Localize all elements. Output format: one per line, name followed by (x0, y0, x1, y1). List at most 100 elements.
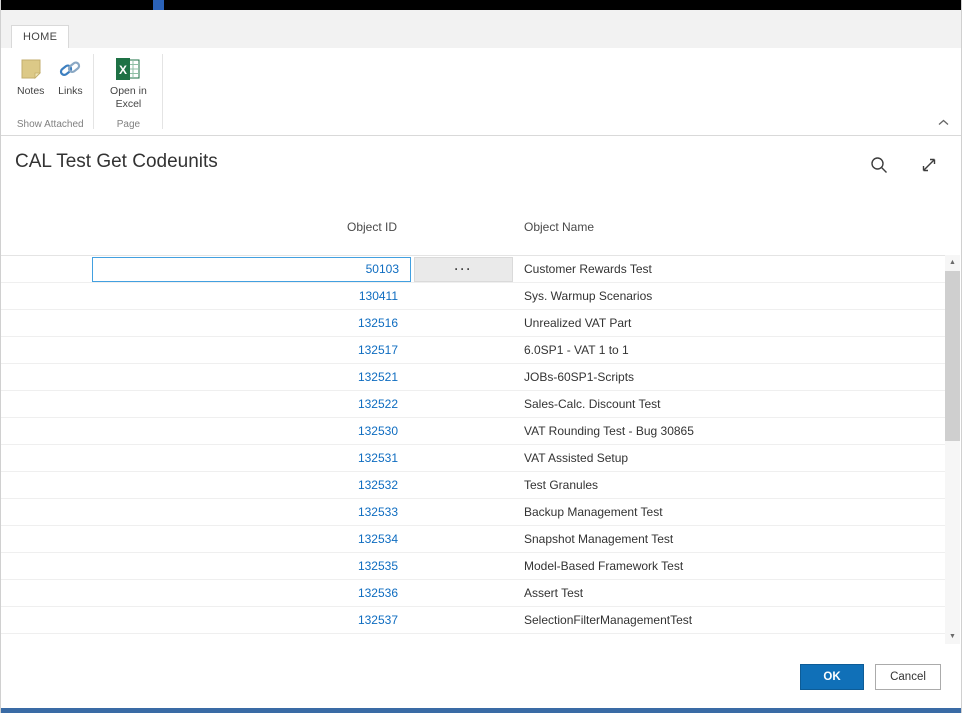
object-name-cell: Sales-Calc. Discount Test (514, 397, 661, 411)
object-id-cell: 132535 (1, 553, 411, 579)
object-id-box: 130411 (359, 289, 411, 303)
object-id-box: 132534 (358, 532, 411, 546)
assist-edit-button[interactable]: ··· (414, 257, 513, 282)
notes-button[interactable]: Notes (15, 54, 46, 100)
ok-button[interactable]: OK (800, 664, 864, 690)
object-id-link[interactable]: 132536 (358, 586, 398, 600)
object-id-link[interactable]: 132517 (358, 343, 398, 357)
object-id-cell: 132533 (1, 499, 411, 525)
object-id-box: 132531 (358, 451, 411, 465)
object-id-cell: 132517 (1, 337, 411, 363)
assist-cell: ··· (411, 499, 514, 525)
object-id-box: 132530 (358, 424, 411, 438)
column-header-object-name[interactable]: Object Name (524, 220, 594, 234)
open-in-excel-button-label: Open in Excel (104, 85, 152, 111)
object-name-cell: Customer Rewards Test (514, 262, 652, 276)
object-id-link[interactable]: 132516 (358, 316, 398, 330)
object-id-cell: 132531 (1, 445, 411, 471)
table-row[interactable]: 132530 ··· VAT Rounding Test - Bug 30865 (1, 418, 947, 445)
assist-cell: ··· (411, 283, 514, 309)
object-id-link[interactable]: 130411 (359, 289, 398, 303)
table-row[interactable]: 132522 ··· Sales-Calc. Discount Test (1, 391, 947, 418)
vertical-scrollbar[interactable]: ▲ ▼ (945, 255, 960, 644)
object-id-link[interactable]: 132531 (358, 451, 398, 465)
dialog-window: HOME Notes (0, 0, 962, 713)
table-row[interactable]: 132534 ··· Snapshot Management Test (1, 526, 947, 553)
links-button[interactable]: Links (55, 54, 85, 100)
scrollbar-thumb[interactable] (945, 271, 960, 441)
ribbon-group-show-attached: Notes Links (7, 48, 93, 135)
table-row[interactable]: 132532 ··· Test Granules (1, 472, 947, 499)
object-id-cell: 132516 (1, 310, 411, 336)
object-id-cell: 132522 (1, 391, 411, 417)
collapse-ribbon-button[interactable] (933, 115, 953, 129)
excel-icon: X (115, 56, 141, 82)
scroll-down-arrow-icon[interactable]: ▼ (945, 629, 960, 644)
assist-cell: ··· (411, 445, 514, 471)
table-row[interactable]: 132536 ··· Assert Test (1, 580, 947, 607)
object-name-cell: Snapshot Management Test (514, 532, 673, 546)
assist-cell: ··· (411, 472, 514, 498)
object-id-cell: 130411 (1, 283, 411, 309)
ribbon: Notes Links (1, 48, 961, 136)
object-id-link[interactable]: 132537 (358, 613, 398, 627)
page-title: CAL Test Get Codeunits (15, 151, 218, 173)
svg-text:X: X (119, 63, 127, 77)
assist-cell: ··· (411, 607, 514, 633)
column-header-object-id[interactable]: Object ID (1, 220, 397, 234)
object-id-box: 132521 (358, 370, 411, 384)
tab-home[interactable]: HOME (11, 25, 69, 48)
object-id-cell: 132530 (1, 418, 411, 444)
bottom-accent-bar (1, 708, 961, 713)
object-id-box: 132517 (358, 343, 411, 357)
object-id-link[interactable]: 132521 (358, 370, 398, 384)
object-id-link[interactable]: 132530 (358, 424, 398, 438)
object-id-box: 132537 (358, 613, 411, 627)
assist-cell: ··· (411, 418, 514, 444)
object-name-cell: VAT Assisted Setup (514, 451, 628, 465)
table-row[interactable]: 130411 ··· Sys. Warmup Scenarios (1, 283, 947, 310)
object-id-link[interactable]: 132533 (358, 505, 398, 519)
table-row[interactable]: 50103 ··· Customer Rewards Test (1, 256, 947, 283)
object-id-cell: 132521 (1, 364, 411, 390)
scroll-up-arrow-icon[interactable]: ▲ (945, 255, 960, 270)
assist-cell: ··· (411, 553, 514, 579)
object-id-link[interactable]: 132535 (358, 559, 398, 573)
links-icon (57, 56, 83, 82)
table-row[interactable]: 132537 ··· SelectionFilterManagementTest (1, 607, 947, 634)
object-id-link[interactable]: 50103 (366, 262, 399, 276)
object-id-cell: 132534 (1, 526, 411, 552)
notes-button-label: Notes (17, 85, 44, 98)
object-name-cell: Assert Test (514, 586, 583, 600)
assist-cell: ··· (411, 364, 514, 390)
object-id-link[interactable]: 132534 (358, 532, 398, 546)
titlebar-accent (153, 0, 164, 10)
table-row[interactable]: 132521 ··· JOBs-60SP1-Scripts (1, 364, 947, 391)
assist-cell: ··· (411, 256, 514, 282)
table-row[interactable]: 132516 ··· Unrealized VAT Part (1, 310, 947, 337)
object-name-cell: JOBs-60SP1-Scripts (514, 370, 634, 384)
object-name-cell: Unrealized VAT Part (514, 316, 631, 330)
object-id-link[interactable]: 132532 (358, 478, 398, 492)
table-row[interactable]: 132535 ··· Model-Based Framework Test (1, 553, 947, 580)
assist-cell: ··· (411, 526, 514, 552)
object-name-cell: SelectionFilterManagementTest (514, 613, 692, 627)
object-name-cell: VAT Rounding Test - Bug 30865 (514, 424, 694, 438)
assist-cell: ··· (411, 310, 514, 336)
object-id-box: 132522 (358, 397, 411, 411)
cancel-button[interactable]: Cancel (875, 664, 941, 690)
ribbon-group-separator (162, 54, 163, 129)
object-id-box: 132516 (358, 316, 411, 330)
expand-icon[interactable] (917, 153, 941, 177)
table-row[interactable]: 132533 ··· Backup Management Test (1, 499, 947, 526)
table-row[interactable]: 132531 ··· VAT Assisted Setup (1, 445, 947, 472)
notes-icon (18, 56, 44, 82)
object-name-cell: Backup Management Test (514, 505, 663, 519)
table-body: 50103 ··· Customer Rewards Test 130411 ·… (1, 255, 947, 634)
table-row[interactable]: 132517 ··· 6.0SP1 - VAT 1 to 1 (1, 337, 947, 364)
search-icon[interactable] (867, 153, 891, 177)
open-in-excel-button[interactable]: X Open in Excel (102, 54, 154, 113)
object-id-link[interactable]: 132522 (358, 397, 398, 411)
object-id-cell: 132532 (1, 472, 411, 498)
assist-cell: ··· (411, 580, 514, 606)
